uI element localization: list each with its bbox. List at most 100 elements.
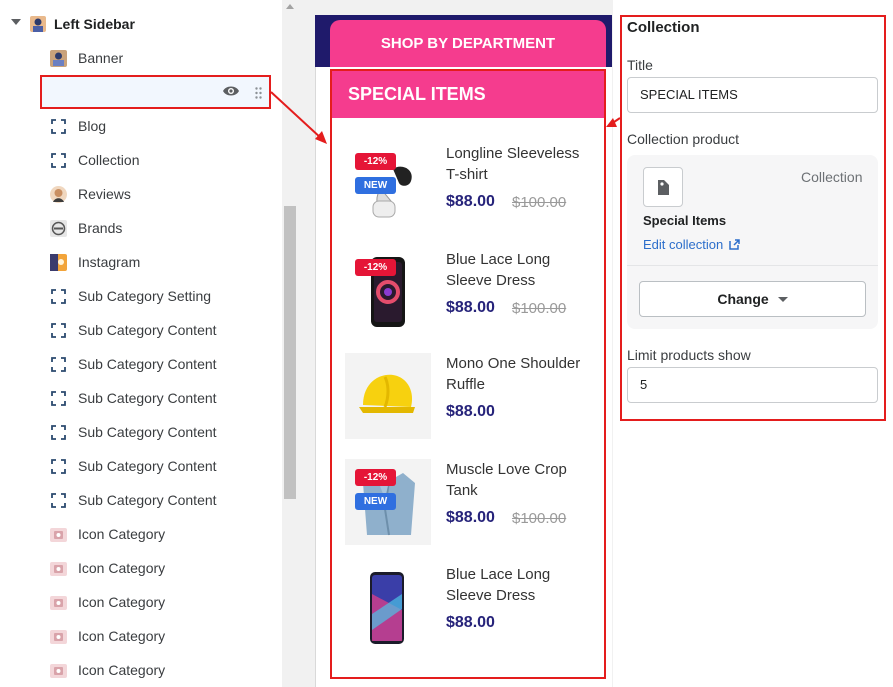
category-image-icon bbox=[49, 661, 68, 680]
new-badge: NEW bbox=[355, 177, 396, 194]
sidebar-item[interactable]: Icon Category bbox=[0, 551, 282, 585]
settings-heading: Collection bbox=[627, 19, 700, 36]
product-card[interactable]: -12% Blue Lace Long Sleeve Dress $88.00 $10… bbox=[345, 249, 595, 339]
section-dashed-icon bbox=[49, 151, 68, 170]
sidebar-item-label: Blog bbox=[78, 118, 107, 134]
sidebar-item-label: Brands bbox=[78, 220, 123, 236]
sidebar-group-icon bbox=[29, 15, 47, 38]
banner-thumbnail-icon bbox=[49, 49, 68, 68]
sidebar-item-label: Sub Category Content bbox=[78, 492, 217, 508]
product-price: $88.00 bbox=[446, 509, 495, 526]
scroll-up-arrow-icon[interactable] bbox=[286, 4, 294, 9]
sidebar-item[interactable]: Sub Category Content bbox=[0, 381, 282, 415]
product-price: $88.00 bbox=[446, 614, 495, 631]
discount-badge: -12% bbox=[355, 469, 396, 486]
product-card[interactable]: Mono One Shoulder Ruffle $88.00 bbox=[345, 353, 595, 443]
sidebar-item-label: Icon Category bbox=[78, 526, 166, 542]
sidebar-item[interactable]: Instagram bbox=[0, 245, 282, 279]
section-dashed-icon bbox=[49, 287, 68, 306]
sidebar-item[interactable]: Sub Category Content bbox=[0, 449, 282, 483]
product-price: $88.00 bbox=[446, 193, 495, 210]
section-dashed-icon bbox=[49, 491, 68, 510]
section-dashed-icon bbox=[49, 117, 68, 136]
product-image[interactable] bbox=[345, 564, 431, 650]
product-price: $88.00 bbox=[446, 299, 495, 316]
shop-by-department-button[interactable]: SHOP BY DEPARTMENT bbox=[330, 20, 606, 67]
category-image-icon bbox=[49, 559, 68, 578]
limit-input[interactable]: 5 bbox=[627, 367, 878, 403]
section-dashed-icon bbox=[49, 355, 68, 374]
sidebar-item[interactable]: Icon Category bbox=[0, 653, 282, 687]
reviews-avatar-icon bbox=[49, 185, 68, 204]
title-input[interactable]: SPECIAL ITEMS bbox=[627, 77, 878, 113]
edit-collection-text[interactable]: Edit collection bbox=[643, 237, 723, 252]
sidebar-item[interactable]: Reviews bbox=[0, 177, 282, 211]
caret-down-icon[interactable] bbox=[11, 19, 21, 25]
external-link-icon bbox=[729, 239, 740, 250]
sidebar-item-label: Sub Category Setting bbox=[78, 288, 212, 304]
category-image-icon bbox=[49, 593, 68, 612]
sidebar-group-header[interactable]: Left Sidebar bbox=[0, 8, 282, 40]
discount-badge: -12% bbox=[355, 259, 396, 276]
sidebar-item-label: Icon Category bbox=[78, 662, 166, 678]
edit-collection-link[interactable]: Edit collection bbox=[643, 237, 740, 252]
new-badge: NEW bbox=[355, 493, 396, 510]
sidebar-item[interactable]: Icon Category bbox=[0, 517, 282, 551]
section-dashed-icon bbox=[49, 321, 68, 340]
product-card[interactable]: -12% NEW Longline Sleeveless T-shirt $88.00… bbox=[345, 143, 595, 233]
sidebar-item[interactable]: Brands bbox=[0, 211, 282, 245]
change-button-label[interactable]: Change bbox=[717, 291, 768, 307]
sidebar-item[interactable]: Sub Category Content bbox=[0, 313, 282, 347]
product-name[interactable]: Longline Sleeveless T-shirt bbox=[446, 143, 596, 185]
collection-tag-icon bbox=[643, 167, 683, 207]
title-label: Title bbox=[627, 57, 653, 73]
product-old-price: $100.00 bbox=[512, 194, 567, 211]
sidebar-item[interactable]: Icon Category bbox=[0, 619, 282, 653]
section-dashed-icon bbox=[49, 389, 68, 408]
section-dashed-icon bbox=[49, 457, 68, 476]
drag-handle-icon[interactable] bbox=[255, 86, 262, 99]
product-name[interactable]: Muscle Love Crop Tank bbox=[446, 459, 596, 501]
scrollbar-thumb[interactable] bbox=[284, 206, 296, 499]
sidebar-group-title: Left Sidebar bbox=[54, 16, 135, 32]
sidebar-item-label: Sub Category Content bbox=[78, 424, 217, 440]
sidebar-item-label: Reviews bbox=[78, 186, 131, 202]
product-name[interactable]: Mono One Shoulder Ruffle bbox=[446, 353, 596, 395]
sidebar-item[interactable]: Sub Category Content bbox=[0, 483, 282, 517]
product-old-price: $100.00 bbox=[512, 300, 567, 317]
sidebar-item[interactable]: Icon Category bbox=[0, 585, 282, 619]
brands-thumbnail-icon bbox=[49, 219, 68, 238]
sidebar-item[interactable]: Sub Category Setting bbox=[0, 279, 282, 313]
collection-type-label: Collection bbox=[801, 169, 863, 185]
sidebar-item[interactable]: Collection bbox=[0, 143, 282, 177]
category-image-icon bbox=[49, 627, 68, 646]
sidebar-item-label: Collection bbox=[78, 152, 140, 168]
product-name[interactable]: Blue Lace Long Sleeve Dress bbox=[446, 564, 596, 606]
sidebar-item-label: Sub Category Content bbox=[78, 458, 217, 474]
product-card[interactable]: -12% NEW Muscle Love Crop Tank $88.00 $100.0… bbox=[345, 459, 595, 549]
sidebar-item[interactable]: Sub Category Content bbox=[0, 347, 282, 381]
sidebar-item[interactable]: Banner bbox=[0, 41, 282, 75]
caret-down-icon[interactable] bbox=[777, 297, 788, 302]
sidebar-item[interactable]: Blog bbox=[0, 109, 282, 143]
instagram-thumbnail-icon bbox=[49, 253, 68, 272]
change-collection-button[interactable]: Change bbox=[639, 281, 866, 317]
discount-badge: -12% bbox=[355, 153, 396, 170]
special-items-title: SPECIAL ITEMS bbox=[332, 71, 604, 118]
product-name[interactable]: Blue Lace Long Sleeve Dress bbox=[446, 249, 596, 291]
sidebar-item-label: Sub Category Content bbox=[78, 356, 217, 372]
collection-name: Special Items bbox=[643, 213, 727, 228]
product-card[interactable]: Blue Lace Long Sleeve Dress $88.00 bbox=[345, 564, 595, 654]
collection-product-label: Collection product bbox=[627, 131, 740, 147]
section-dashed-icon bbox=[49, 423, 68, 442]
sidebar-item-label: Sub Category Content bbox=[78, 390, 217, 406]
eye-icon[interactable] bbox=[222, 84, 240, 98]
product-image[interactable] bbox=[345, 353, 431, 439]
limit-label: Limit products show bbox=[627, 347, 751, 363]
sidebar-item-label: Icon Category bbox=[78, 628, 166, 644]
sidebar-item[interactable]: Sub Category Content bbox=[0, 415, 282, 449]
category-image-icon bbox=[49, 525, 68, 544]
sidebar-item-label: Banner bbox=[78, 50, 124, 66]
sidebar-item-label: Sub Category Content bbox=[78, 322, 217, 338]
product-old-price: $100.00 bbox=[512, 510, 567, 527]
